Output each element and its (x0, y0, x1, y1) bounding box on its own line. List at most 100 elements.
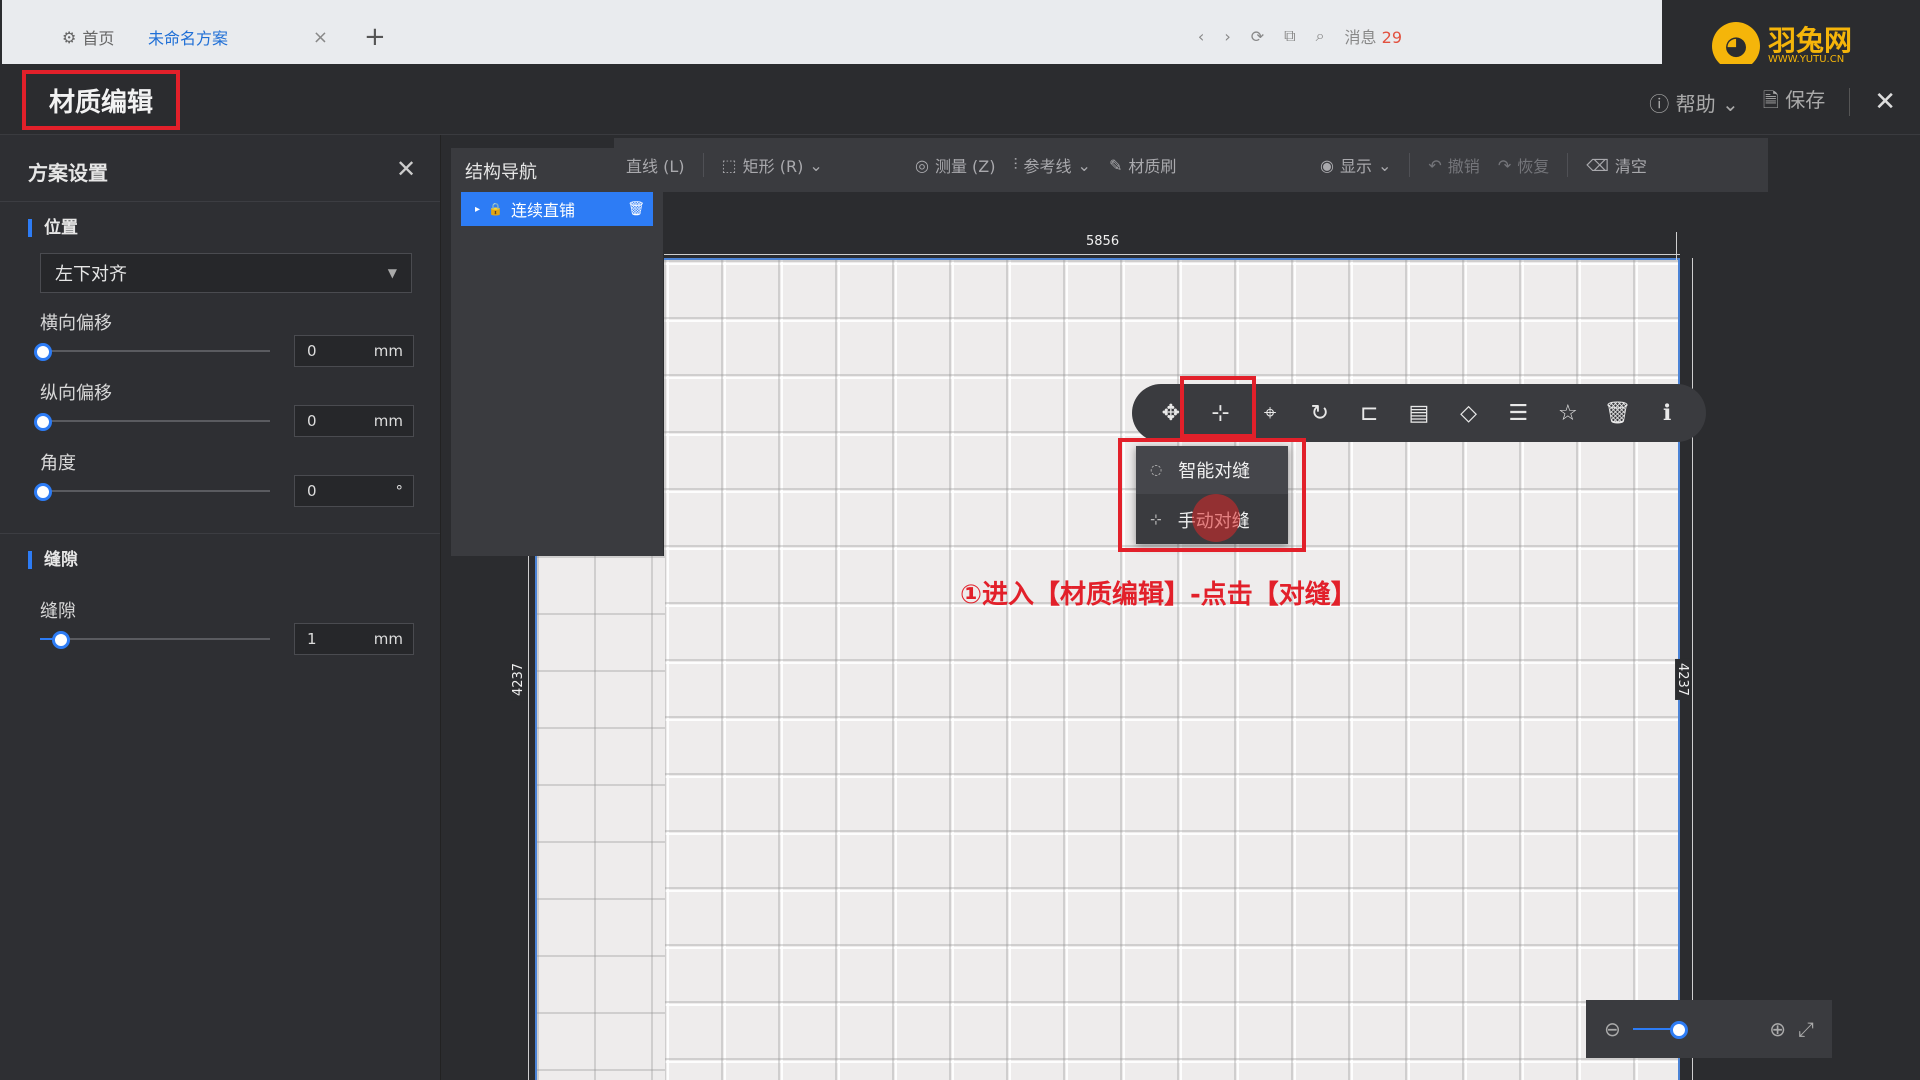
measure-label: 测量 (Z) (934, 157, 996, 176)
dimension-line-top (664, 254, 1680, 255)
tile-canvas-left[interactable] (535, 556, 665, 1080)
view-tool-group: ◉ 显示 ⌄ ↶ 撤销 ↷ 恢复 ⌫ 清空 (1308, 138, 1768, 192)
unit-label: mm (373, 412, 403, 430)
toolbar-divider (1409, 153, 1411, 177)
redo-icon: ↷ (1497, 155, 1512, 175)
close-icon[interactable]: ✕ (1874, 87, 1896, 117)
highlight-box-joint-button (1180, 376, 1256, 438)
back-icon[interactable]: ‹ (1198, 27, 1204, 46)
divider (0, 533, 440, 534)
zoom-slider[interactable] (1632, 1019, 1757, 1039)
messages-link[interactable]: 消息 29 (1345, 24, 1402, 48)
rotate-icon[interactable]: ↻ (1302, 401, 1338, 426)
position-section-title: 位置 (28, 219, 78, 237)
browser-nav-tools: ‹ › ⟳ ⧉ ⌕ 消息 29 (1198, 24, 1402, 48)
dimension-left: 4237 (511, 658, 527, 701)
trash-icon[interactable]: 🗑 (1599, 401, 1635, 426)
toolbar-divider (702, 153, 704, 177)
rect-icon: ⬚ (721, 155, 737, 175)
split-icon[interactable]: ▤ (1401, 401, 1437, 426)
redo-button[interactable]: ↷ 恢复 (1498, 153, 1549, 177)
structure-nav-title: 结构导航 (465, 162, 537, 183)
logo-name: 羽兔网 (1768, 24, 1853, 57)
tutorial-annotation: ①进入【材质编辑】-点击【对缝】 (960, 580, 1357, 610)
tab-document[interactable]: 未命名方案 × (130, 14, 342, 60)
help-button[interactable]: ⓘ 帮助 ⌄ (1649, 88, 1738, 117)
new-tab-button[interactable]: + (364, 14, 386, 60)
gap-slider[interactable] (40, 629, 270, 649)
tab-close-icon[interactable]: × (313, 27, 328, 48)
save-button[interactable]: 🗎 保存 (1763, 84, 1825, 120)
forward-icon[interactable]: › (1224, 27, 1230, 46)
slider-handle[interactable] (34, 413, 52, 431)
rabbit-logo-icon: ◕ (1712, 22, 1760, 70)
align-select[interactable]: 左下对齐 ▼ (40, 253, 412, 293)
h-offset-value: 0 (307, 342, 317, 360)
h-offset-input[interactable]: 0 mm (294, 335, 414, 367)
info-icon[interactable]: ℹ (1649, 401, 1685, 426)
undo-button[interactable]: ↶ 撤销 (1428, 153, 1479, 177)
align-select-value: 左下对齐 (55, 264, 127, 285)
header-actions: ⓘ 帮助 ⌄ 🗎 保存 ✕ (1649, 84, 1920, 120)
v-offset-input[interactable]: 0 mm (294, 405, 414, 437)
eraser-icon[interactable]: ◇ (1451, 401, 1487, 426)
scheme-settings-panel: 方案设置 ✕ 位置 左下对齐 ▼ 横向偏移 0 mm 纵向偏移 0 mm 角度 … (0, 135, 441, 1080)
gap-section-title: 缝隙 (28, 551, 78, 569)
home-icon: ⚙ (62, 27, 77, 47)
v-offset-value: 0 (307, 412, 317, 430)
trash-icon[interactable]: 🗑 (627, 201, 645, 217)
refline-tool[interactable]: ⫶ 参考线 ⌄ (1014, 153, 1091, 177)
dimension-right: 4237 (1675, 658, 1691, 701)
draw-tool-group: 直线 (L) ⬚ 矩形 (R) ⌄ (614, 138, 926, 192)
fit-screen-icon[interactable]: ⤢ (1798, 1017, 1814, 1041)
angle-label: 角度 (40, 453, 76, 474)
slider-handle[interactable] (52, 631, 71, 649)
structure-nav-panel: 结构导航 ⇱ ▸ 🔒 连续直铺 🗑 (451, 148, 663, 556)
slider-handle[interactable] (34, 343, 52, 361)
copy-icon[interactable]: ⧉ (1284, 26, 1295, 46)
dimension-tick (1676, 232, 1677, 262)
add-edge-icon[interactable]: ⊏ (1351, 401, 1387, 426)
h-offset-slider[interactable] (34, 341, 270, 361)
slider-handle[interactable] (34, 483, 52, 501)
rect-tool[interactable]: ⬚ 矩形 (R) ⌄ (722, 153, 823, 177)
v-offset-slider[interactable] (34, 411, 270, 431)
display-tool[interactable]: ◉ 显示 ⌄ (1320, 153, 1391, 177)
measure-tool[interactable]: ◎ 测量 (Z) (915, 153, 996, 177)
tab-home-label: 首页 (82, 29, 115, 48)
layers-icon[interactable]: ☰ (1500, 401, 1536, 426)
chevron-down-icon: ⌄ (809, 155, 823, 175)
gap-input[interactable]: 1 mm (294, 623, 414, 655)
zoom-in-icon[interactable]: ⊕ (1769, 1017, 1786, 1041)
line-label: 直线 (L) (626, 157, 685, 176)
tab-home[interactable]: ⚙ 首页 (62, 14, 114, 60)
close-icon[interactable]: ✕ (396, 155, 416, 183)
refresh-icon[interactable]: ⟳ (1251, 27, 1264, 46)
angle-input[interactable]: 0 ° (294, 475, 414, 507)
h-offset-label: 横向偏移 (40, 313, 112, 334)
brush-label: 材质刷 (1128, 157, 1177, 176)
center-icon[interactable]: ⌖ (1252, 401, 1288, 426)
clear-button[interactable]: ⌫ 清空 (1586, 153, 1647, 177)
line-tool[interactable]: 直线 (L) (626, 153, 685, 177)
eraser-icon: ⌫ (1586, 155, 1609, 175)
caret-right-icon[interactable]: ▸ (475, 204, 480, 215)
header-divider (1849, 88, 1851, 116)
brush-icon: ✎ (1108, 155, 1123, 175)
search-icon[interactable]: ⌕ (1316, 26, 1325, 46)
tile-canvas[interactable] (664, 258, 1680, 1080)
dimension-line-left (528, 556, 529, 1080)
gap-value: 1 (307, 630, 317, 648)
slider-handle[interactable] (1670, 1021, 1689, 1039)
nav-item-label: 连续直铺 (510, 201, 575, 220)
chevron-down-icon: ⌄ (1721, 91, 1739, 116)
undo-icon: ↶ (1428, 155, 1442, 175)
angle-slider[interactable] (34, 481, 270, 501)
zoom-out-icon[interactable]: ⊖ (1604, 1017, 1621, 1041)
unit-label: mm (373, 630, 403, 648)
nav-item-continuous-tiling[interactable]: ▸ 🔒 连续直铺 🗑 (461, 192, 653, 226)
dimension-top: 5856 (1082, 234, 1124, 249)
display-label: 显示 (1339, 157, 1372, 176)
star-icon[interactable]: ☆ (1550, 401, 1586, 426)
material-brush-tool[interactable]: ✎ 材质刷 (1109, 153, 1176, 177)
